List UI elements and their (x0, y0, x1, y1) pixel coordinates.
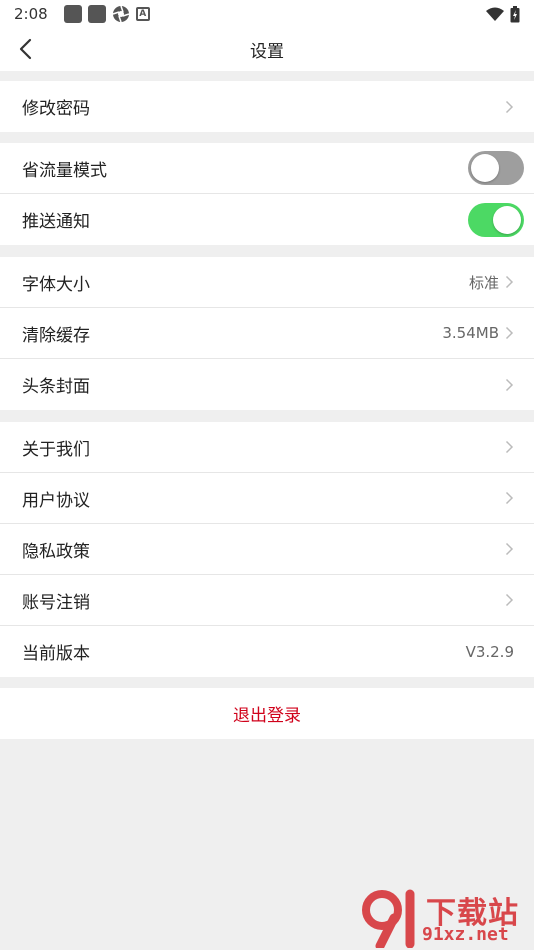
account-group: 修改密码 (0, 81, 534, 132)
privacy-policy-row[interactable]: 隐私政策 (0, 524, 534, 575)
push-notification-toggle[interactable] (468, 202, 524, 237)
account-cancel-row[interactable]: 账号注销 (0, 575, 534, 626)
version-row: 当前版本 V3.2.9 (0, 626, 534, 677)
headline-cover-row[interactable]: 头条封面 (0, 359, 534, 410)
chevron-right-icon (505, 326, 514, 340)
data-saver-toggle[interactable] (468, 151, 524, 185)
chevron-right-icon (505, 593, 514, 607)
row-label: 头条封面 (22, 377, 90, 397)
cache-size-value: 3.54MB (442, 324, 499, 342)
status-notifications: A (63, 5, 150, 23)
chevron-right-icon (505, 100, 514, 113)
chevron-right-icon (505, 440, 514, 454)
clear-cache-row[interactable]: 清除缓存 3.54MB (0, 308, 534, 359)
page-title: 设置 (250, 42, 284, 62)
watermark: 下载站 91xz.net (360, 888, 530, 948)
row-label: 隐私政策 (22, 541, 90, 562)
back-button[interactable] (10, 34, 40, 64)
about-us-row[interactable]: 关于我们 (0, 422, 534, 473)
status-bar: 2:08 A (0, 0, 534, 28)
toggle-knob (471, 154, 499, 182)
row-label: 当前版本 (22, 644, 90, 664)
logout-group: 退出登录 (0, 688, 534, 739)
row-label: 账号注销 (22, 592, 90, 613)
row-label: 推送通知 (22, 212, 90, 232)
status-system-icons (486, 5, 520, 23)
row-label: 省流量模式 (22, 160, 107, 181)
status-time: 2:08 (14, 5, 48, 23)
row-label: 字体大小 (22, 274, 90, 295)
chevron-right-icon (505, 491, 514, 505)
site-logo-icon (362, 889, 415, 948)
battery-charging-icon (510, 5, 520, 22)
row-label: 关于我们 (22, 439, 90, 460)
chevron-left-icon (19, 38, 32, 60)
font-size-value: 标准 (468, 273, 499, 292)
change-password-row[interactable]: 修改密码 (0, 81, 534, 132)
aperture-icon (112, 5, 129, 23)
version-value: V3.2.9 (465, 642, 514, 661)
toggles-group: 省流量模式 推送通知 (0, 143, 534, 245)
notification-square-icon (87, 5, 106, 23)
watermark-domain: 91xz.net (422, 924, 509, 945)
push-notification-row: 推送通知 (0, 194, 534, 245)
user-agreement-row[interactable]: 用户协议 (0, 473, 534, 524)
data-saver-row: 省流量模式 (0, 143, 534, 194)
row-label: 修改密码 (22, 99, 90, 119)
display-group: 字体大小 标准 清除缓存 3.54MB 头条封面 (0, 257, 534, 410)
about-group: 关于我们 用户协议 隐私政策 账号注销 当前版本 V3.2.9 (0, 422, 534, 677)
logout-button[interactable]: 退出登录 (0, 688, 534, 739)
row-label: 用户协议 (22, 490, 90, 511)
toggle-knob (493, 205, 521, 234)
notification-square-icon (63, 5, 82, 23)
font-size-row[interactable]: 字体大小 标准 (0, 257, 534, 308)
chevron-right-icon (505, 275, 514, 289)
chevron-right-icon (505, 378, 514, 391)
row-label: 清除缓存 (22, 325, 90, 346)
wifi-icon (486, 7, 504, 21)
chevron-right-icon (505, 542, 514, 556)
top-bar: 设置 (0, 28, 534, 71)
letter-a-icon: A (135, 7, 150, 21)
